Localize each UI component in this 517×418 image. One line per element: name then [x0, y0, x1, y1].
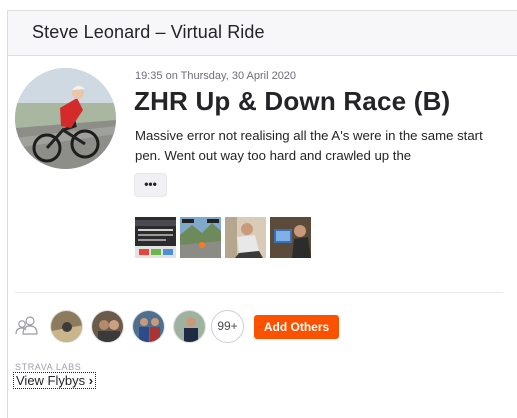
people-icon — [15, 316, 39, 341]
photo-thumbnail-2[interactable] — [180, 217, 221, 258]
activity-timestamp: 19:35 on Thursday, 30 April 2020 — [135, 70, 297, 82]
card-header: Steve Leonard – Virtual Ride — [8, 11, 517, 56]
photo-thumbnail-4[interactable] — [270, 217, 311, 258]
activity-description: Massive error not realising all the A's … — [135, 128, 483, 163]
chevron-right-icon: › — [88, 373, 94, 388]
kudos-avatar[interactable] — [132, 310, 165, 343]
strava-labs-label: STRAVA LABS — [15, 362, 82, 372]
kudos-avatar[interactable] — [50, 310, 83, 343]
photo-thumbnail-3[interactable] — [225, 217, 266, 258]
athlete-activity-title[interactable]: Steve Leonard – Virtual Ride — [32, 22, 265, 43]
kudos-avatar[interactable] — [173, 310, 206, 343]
add-others-button[interactable]: Add Others — [254, 315, 339, 339]
more-kudos-count[interactable]: 99+ — [211, 310, 244, 343]
kudos-avatar[interactable] — [91, 310, 124, 343]
photo-thumbnail-1[interactable] — [135, 217, 176, 258]
view-flybys-label: View Flybys — [16, 373, 86, 388]
athlete-avatar[interactable] — [15, 68, 116, 169]
section-divider — [15, 292, 503, 293]
view-flybys-link[interactable]: View Flybys › — [13, 372, 97, 389]
activity-title[interactable]: ZHR Up & Down Race (B) — [134, 86, 450, 117]
expand-description-button[interactable]: ••• — [134, 173, 167, 197]
